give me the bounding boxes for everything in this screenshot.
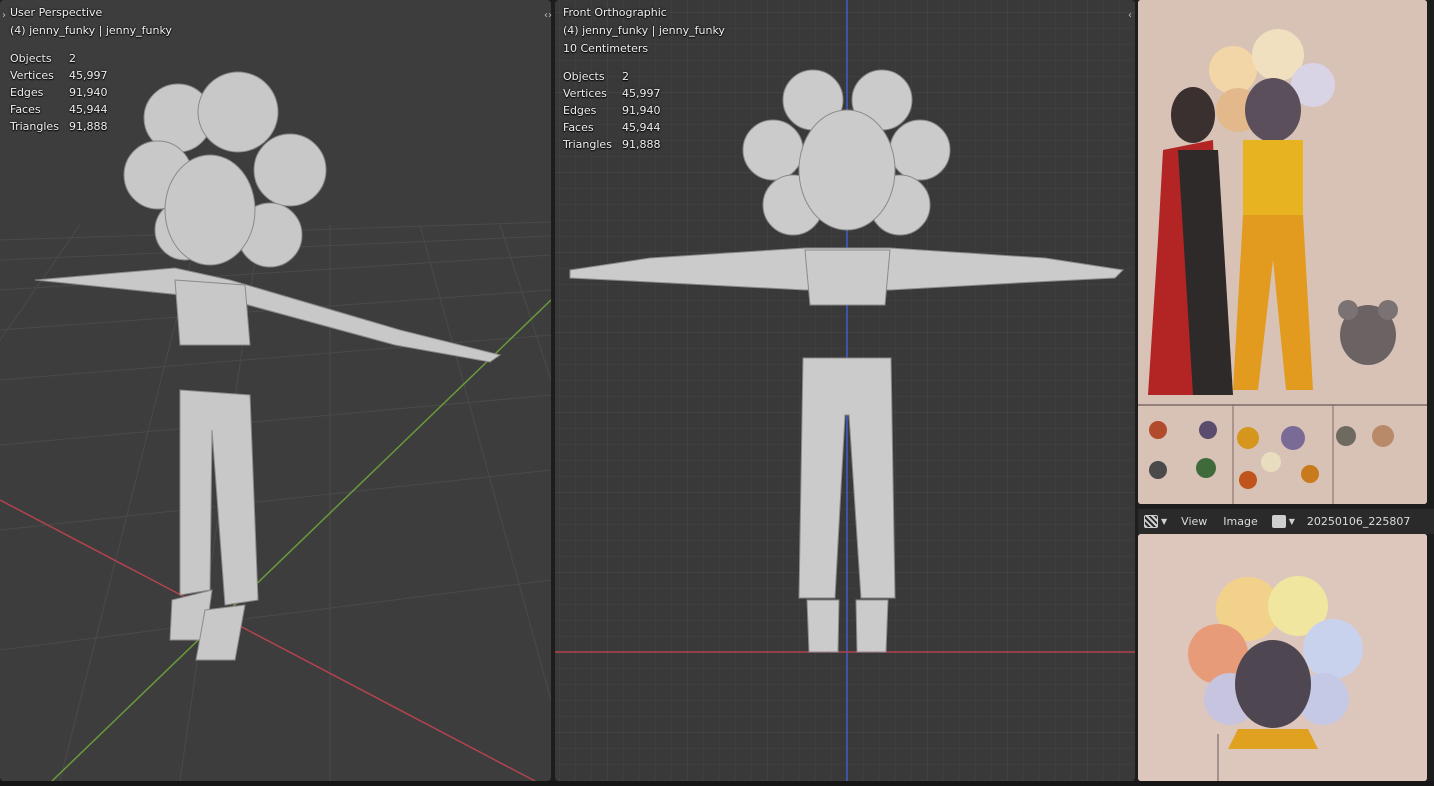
object-path: (4) jenny_funky | jenny_funky — [10, 24, 172, 37]
grid-scale-label: 10 Centimeters — [563, 42, 649, 55]
viewport-user-perspective[interactable]: › User Perspective (4) jenny_funky | jen… — [0, 0, 551, 781]
reference-image-top[interactable] — [1138, 0, 1427, 504]
reference-image-bottom[interactable] — [1138, 534, 1427, 781]
image-browse-button[interactable]: ▼ — [1266, 509, 1301, 534]
viewport-front-orthographic[interactable]: Front Orthographic (4) jenny_funky | jen… — [555, 0, 1135, 781]
scene-statistics: Objects 2 Vertices 45,997 Edges 91,940 Face… — [563, 70, 661, 151]
character-model — [34, 71, 502, 661]
view-name: User Perspective — [10, 6, 103, 19]
object-path: (4) jenny_funky | jenny_funky — [563, 24, 725, 37]
image-browse-icon — [1271, 515, 1286, 528]
sidebar-toggle-icon[interactable]: › — [2, 10, 6, 21]
chevron-down-icon: ▼ — [1161, 517, 1168, 526]
area-split-icon[interactable]: ‹› — [544, 10, 552, 21]
sidebar-toggle-icon[interactable]: ‹ — [1128, 10, 1132, 21]
editor-type-button[interactable]: ▼ — [1138, 509, 1173, 534]
image-name-field[interactable]: 20250106_225807 — [1301, 515, 1410, 528]
image-editor-icon — [1144, 515, 1158, 528]
scene-statistics: Objects 2 Vertices 45,997 Edges 91,940 Face… — [10, 52, 108, 133]
y-axis-line — [51, 299, 551, 781]
menu-view[interactable]: View — [1173, 515, 1215, 528]
reference-sketch-characters — [1138, 0, 1427, 504]
chevron-down-icon: ▼ — [1288, 517, 1295, 526]
image-editor-header: ▼ View Image ▼ 20250106_225807 — [1138, 509, 1434, 534]
view-name: Front Orthographic — [563, 6, 667, 19]
reference-sketch-portrait — [1138, 534, 1427, 781]
menu-image[interactable]: Image — [1215, 515, 1265, 528]
status-bar — [0, 781, 1434, 786]
panel-divider — [1427, 0, 1434, 781]
x-axis-line — [0, 499, 536, 781]
